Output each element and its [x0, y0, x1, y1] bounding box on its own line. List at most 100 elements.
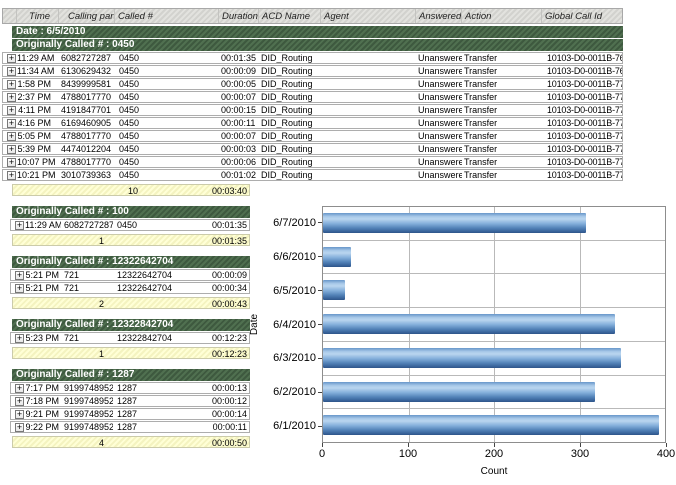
originally-called-band: Originally Called # : 12322842704 — [12, 319, 250, 331]
expand-icon[interactable]: + — [7, 80, 16, 89]
expand-icon[interactable]: + — [15, 284, 24, 293]
cell-called: 12322642704 — [113, 283, 209, 293]
table-row: +11:34 AM6130629432045000:00:09DID_Routi… — [2, 65, 623, 77]
chart-category-label: 6/4/2010 — [258, 308, 322, 342]
cell-action: Transfer — [462, 170, 542, 180]
cell-global-call-id: 10103-D0-0011B-770 — [542, 79, 622, 89]
summary-total-duration: 00:12:23 — [212, 348, 247, 360]
originally-called-band: Originally Called # : 0450 — [12, 39, 623, 51]
cell-calling-party: 6082727287 — [59, 53, 115, 63]
expand-icon[interactable]: + — [7, 93, 16, 102]
expand-icon[interactable]: + — [15, 384, 24, 393]
expand-icon[interactable]: + — [7, 171, 16, 180]
chart-category-label: 6/5/2010 — [258, 274, 322, 308]
cell-answered: Unanswered — [416, 105, 462, 115]
expand-icon[interactable]: + — [15, 423, 24, 432]
originally-called-band: Originally Called # : 1287 — [12, 369, 250, 381]
cell-duration: 00:00:07 — [219, 92, 259, 102]
chart-x-axis-title: Count — [322, 466, 666, 477]
chart-bar — [323, 348, 621, 368]
summary-total-duration: 00:00:43 — [212, 298, 247, 310]
cell-action: Transfer — [462, 118, 542, 128]
chart-plot-area — [322, 206, 666, 443]
summary-total-duration: 00:03:40 — [212, 185, 247, 197]
cell-time: 10:21 PM — [17, 170, 59, 180]
x-tick-mark — [580, 443, 581, 447]
expand-icon[interactable]: + — [15, 397, 24, 406]
chart-bar — [323, 247, 351, 267]
x-tick-mark — [666, 443, 667, 447]
cell-acd-name: DID_Routing — [259, 105, 321, 115]
chart-bar-slot — [323, 376, 665, 410]
chart-category-label: 6/3/2010 — [258, 341, 322, 375]
table-row: +11:29 AM6082727287045000:01:35 — [10, 219, 250, 231]
date-group-band: Date : 6/5/2010 — [12, 26, 623, 38]
cell-expand: + — [11, 270, 25, 280]
chart-category-label: 6/7/2010 — [258, 206, 322, 240]
cell-time: 11:34 AM — [17, 66, 59, 76]
cell-expand: + — [3, 170, 17, 180]
table-row: +11:29 AM6082727287045000:01:35DID_Routi… — [2, 52, 623, 64]
table-header-row: Time Calling party # Called # Duration A… — [2, 8, 623, 24]
cell-acd-name: DID_Routing — [259, 66, 321, 76]
cell-time: 10:07 PM — [17, 157, 59, 167]
cell-duration: 00:00:09 — [209, 270, 249, 280]
chart-category-label: 6/1/2010 — [258, 409, 322, 443]
column-header-answered: Answered — [416, 9, 462, 23]
cell-duration: 00:12:23 — [209, 333, 249, 343]
cell-time: 5:21 PM — [25, 283, 61, 293]
originally-called-band: Originally Called # : 100 — [12, 206, 250, 218]
cell-global-call-id: 10103-D0-0011B-773 — [542, 118, 622, 128]
expand-icon[interactable]: + — [7, 158, 16, 167]
cell-global-call-id: 10103-D0-0011B-768 — [542, 53, 622, 63]
cell-calling-party: 9199748952 — [61, 383, 113, 393]
cell-duration: 00:00:03 — [219, 144, 259, 154]
cell-called: 0450 — [113, 220, 209, 230]
expand-icon[interactable]: + — [7, 132, 16, 141]
cell-action: Transfer — [462, 144, 542, 154]
cell-calling-party: 4191847701 — [59, 105, 115, 115]
expand-icon[interactable]: + — [15, 271, 24, 280]
expand-icon[interactable]: + — [7, 119, 16, 128]
cell-called: 12322842704 — [113, 333, 209, 343]
cell-called: 0450 — [115, 118, 219, 128]
cell-time: 1:58 PM — [17, 79, 59, 89]
column-header-calling-party: Calling party # — [59, 9, 115, 23]
summary-total-duration: 00:01:35 — [212, 235, 247, 247]
cell-calling-party: 6130629432 — [59, 66, 115, 76]
expand-icon[interactable]: + — [15, 334, 24, 343]
cell-global-call-id: 10103-D0-0011B-774 — [542, 131, 622, 141]
chart-bar-slot — [323, 409, 665, 442]
x-tick-mark — [322, 443, 323, 447]
expand-icon[interactable]: + — [7, 145, 16, 154]
expand-icon[interactable]: + — [7, 67, 16, 76]
expand-icon[interactable]: + — [15, 410, 24, 419]
cell-calling-party: 4788017770 — [59, 157, 115, 167]
cell-expand: + — [3, 92, 17, 102]
cell-expand: + — [11, 422, 25, 432]
cell-called: 0450 — [115, 157, 219, 167]
cell-calling-party: 721 — [61, 283, 113, 293]
expand-icon[interactable]: + — [7, 106, 16, 115]
cell-global-call-id: 10103-D0-0011B-76F — [542, 66, 622, 76]
expand-icon[interactable]: + — [7, 54, 16, 63]
cell-time: 5:05 PM — [17, 131, 59, 141]
cell-answered: Unanswered — [416, 144, 462, 154]
calls-table: Time Calling party # Called # Duration A… — [2, 8, 623, 196]
expand-icon[interactable]: + — [15, 221, 24, 230]
chart-bar-slot — [323, 207, 665, 241]
group-summary-row: 200:00:43 — [12, 297, 250, 309]
cell-action: Transfer — [462, 79, 542, 89]
cell-calling-party: 6082727287 — [61, 220, 113, 230]
chart-bar — [323, 415, 659, 435]
cell-duration: 00:00:12 — [209, 396, 249, 406]
column-header-action: Action — [462, 9, 542, 23]
call-group-section: Originally Called # : 100+11:29 AM608272… — [10, 206, 250, 246]
call-group-section: Originally Called # : 1287+7:17 PM919974… — [10, 369, 250, 448]
cell-calling-party: 4788017770 — [59, 92, 115, 102]
grouped-call-sections: Originally Called # : 100+11:29 AM608272… — [10, 206, 250, 458]
column-header-expand — [3, 9, 17, 23]
cell-duration: 00:00:34 — [209, 283, 249, 293]
table-row: +5:05 PM4788017770045000:00:07DID_Routin… — [2, 130, 623, 142]
cell-time: 4:11 PM — [17, 105, 59, 115]
